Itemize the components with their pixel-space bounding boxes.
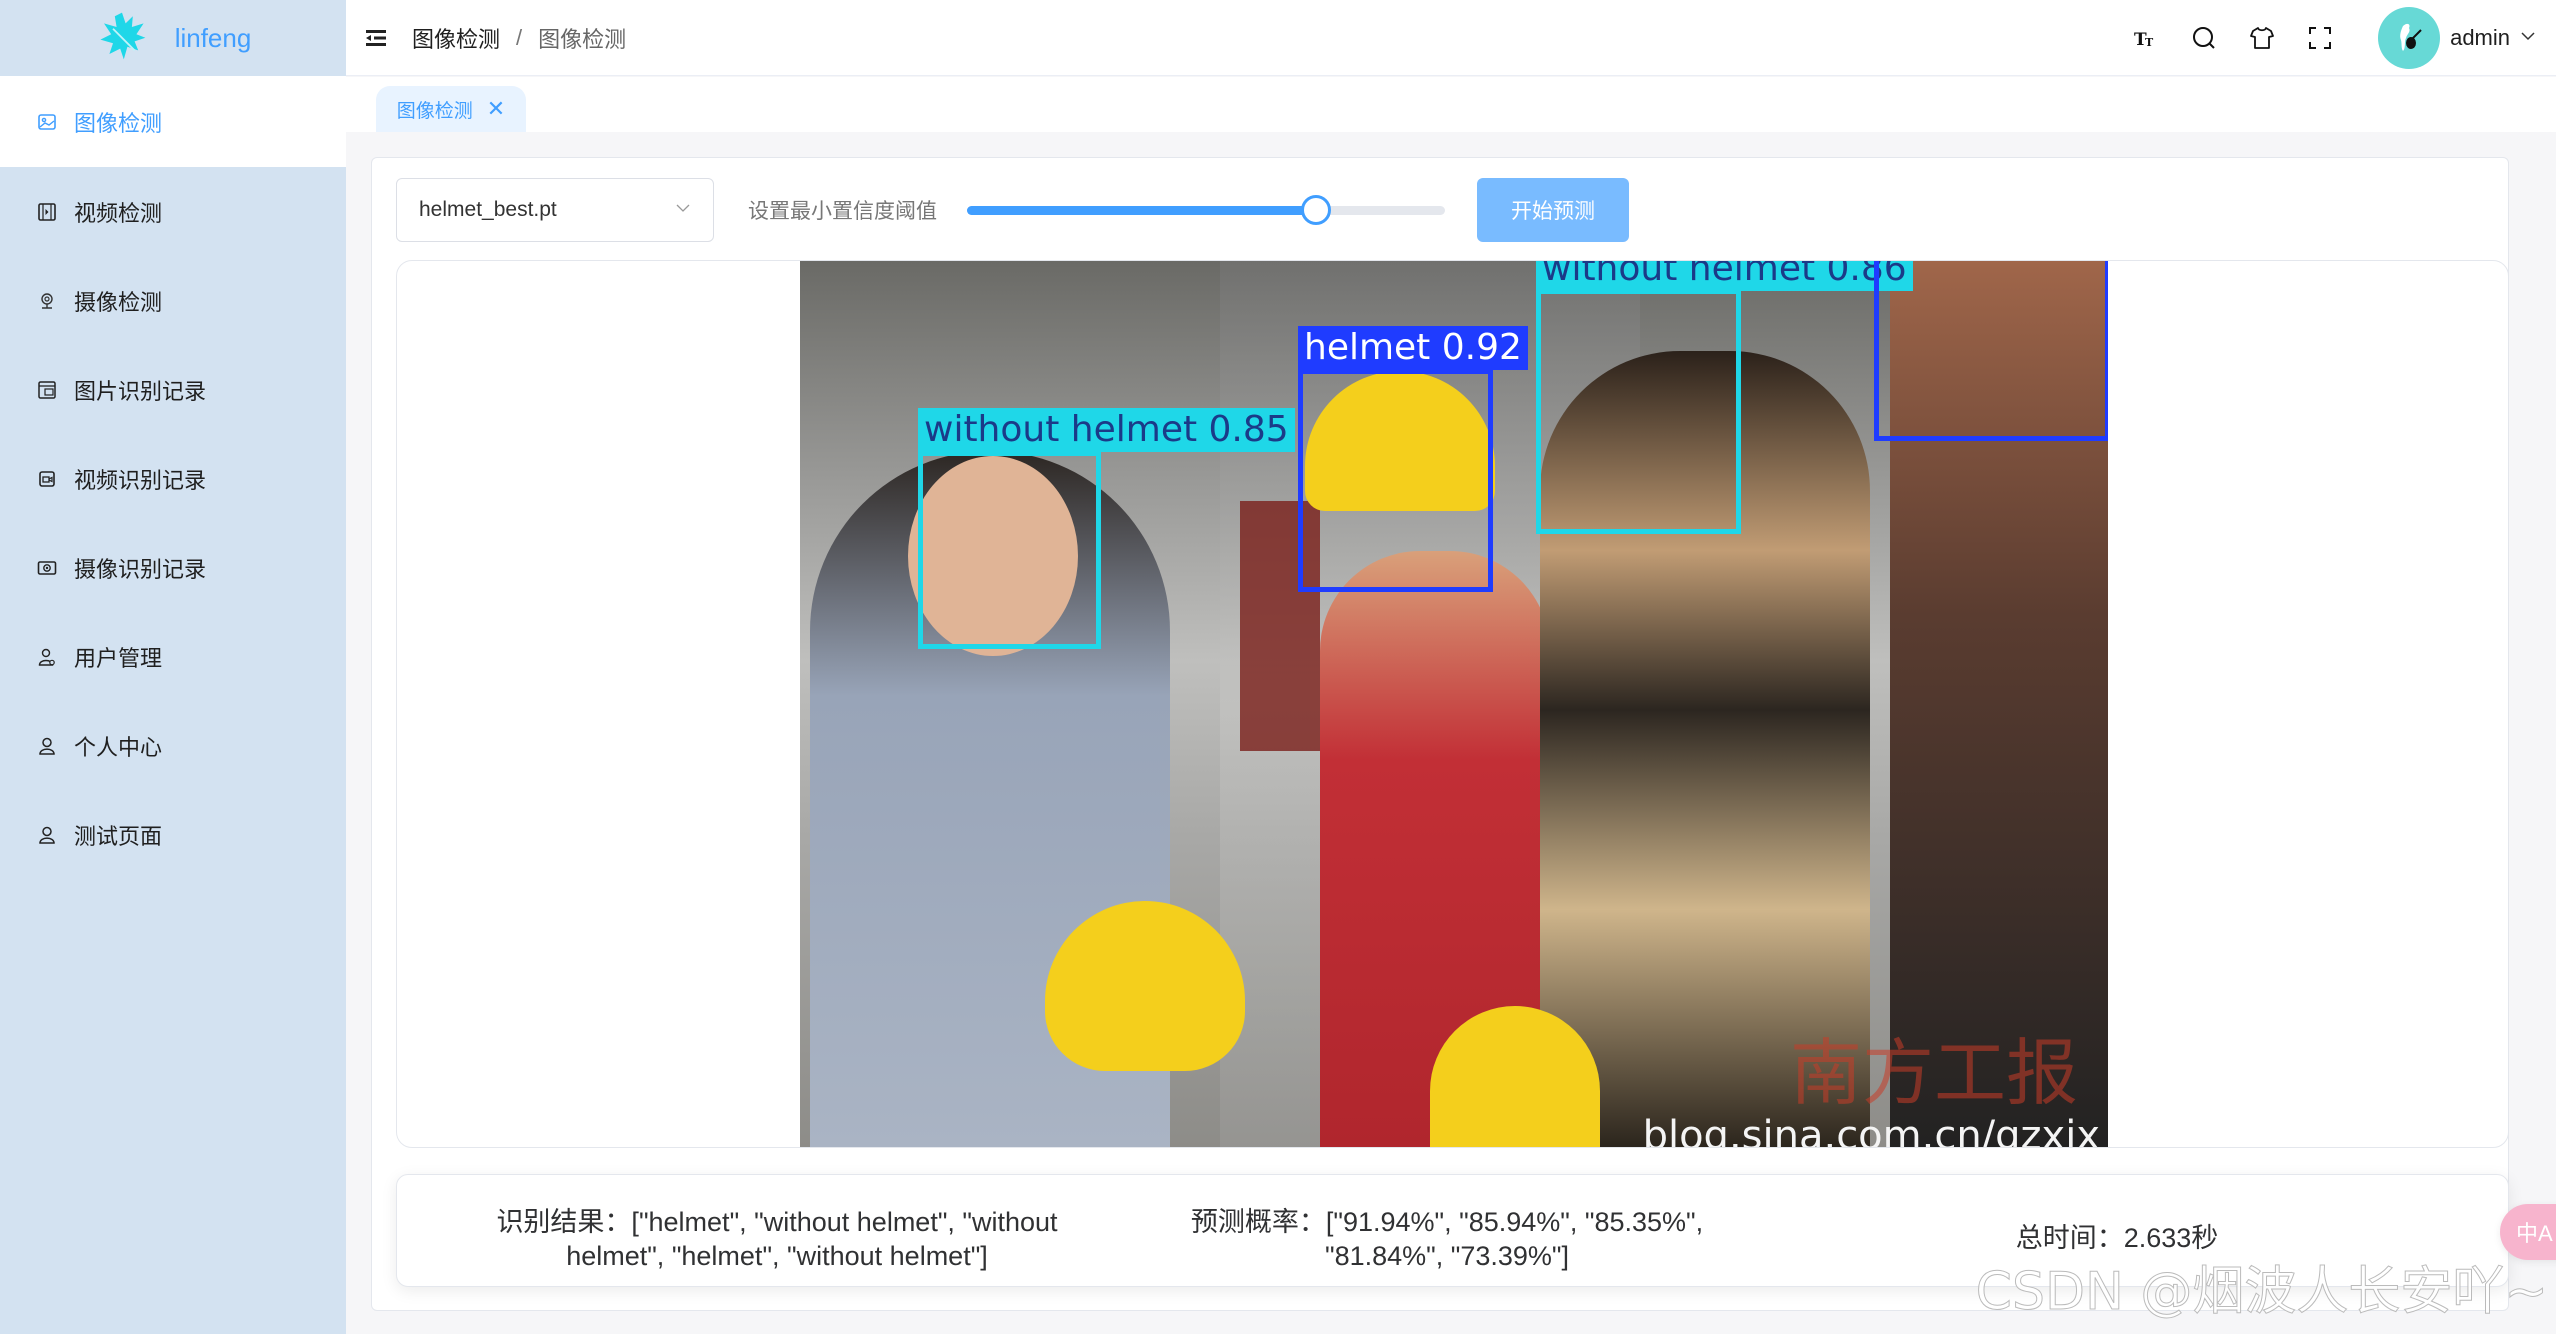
sidebar-item-label: 视频识别记录 — [74, 467, 207, 493]
sidebar: linfeng 图像检测 视频检测 摄像检测 图片识别记录 视频识别记录 摄像识… — [0, 0, 346, 1334]
sidebar-item-user-management[interactable]: 用户管理 — [0, 612, 346, 701]
header-actions: TT admin — [2132, 0, 2536, 76]
sidebar-item-video-detection[interactable]: 视频检测 — [0, 167, 346, 256]
sidebar-item-label: 视频检测 — [74, 200, 163, 226]
sidebar-item-camera-detection[interactable]: 摄像检测 — [0, 256, 346, 345]
tab-image-detection[interactable]: 图像检测 ✕ — [376, 86, 526, 132]
result-image-container: without helmet 0.85 helmet 0.92 without … — [396, 260, 2509, 1148]
sidebar-item-test-page[interactable]: 测试页面 — [0, 790, 346, 879]
font-size-icon[interactable]: TT — [2132, 24, 2160, 52]
sidebar-menu: 图像检测 视频检测 摄像检测 图片识别记录 视频识别记录 摄像识别记录 用户管理 — [0, 76, 346, 879]
video-icon — [36, 201, 58, 223]
username: admin — [2450, 25, 2510, 50]
tab-label: 图像检测 — [396, 100, 473, 122]
video-record-icon — [36, 468, 58, 490]
sidebar-item-label: 图像检测 — [74, 110, 163, 136]
bbox-label: helmet 0.92 — [1298, 326, 1528, 370]
sidebar-item-label: 测试页面 — [74, 823, 163, 849]
start-predict-button[interactable]: 开始预测 — [1477, 178, 1629, 242]
prediction-probability: 预测概率：["91.94%", "85.94%", "85.35%", "81.… — [1190, 1207, 1704, 1271]
sidebar-item-image-detection[interactable]: 图像检测 — [0, 76, 346, 167]
bbox-helmet — [1298, 369, 1493, 592]
sidebar-item-image-records[interactable]: 图片识别记录 — [0, 345, 346, 434]
sidebar-item-label: 用户管理 — [74, 645, 163, 671]
sidebar-item-label: 摄像识别记录 — [74, 556, 207, 582]
slider-fill — [967, 206, 1316, 215]
tabs-bar: 图像检测 ✕ — [346, 77, 2556, 132]
sidebar-item-label: 图片识别记录 — [74, 378, 207, 404]
main-content: helmet_best.pt 设置最小置信度阈值 开始预测 without he… — [346, 132, 2556, 1334]
webcam-icon — [36, 290, 58, 312]
sidebar-item-label: 摄像检测 — [74, 289, 163, 315]
user-dropdown[interactable]: admin — [2378, 7, 2536, 69]
svg-text:T: T — [2145, 36, 2154, 49]
user-icon — [36, 735, 58, 757]
controls-row: helmet_best.pt 设置最小置信度阈值 开始预测 — [396, 178, 1629, 242]
fullscreen-icon[interactable] — [2306, 24, 2334, 52]
image-icon — [36, 111, 58, 133]
recognition-result: 识别结果：["helmet", "without helmet", "witho… — [496, 1207, 1058, 1271]
breadcrumb-separator: / — [516, 24, 523, 50]
top-header: 图像检测 / 图像检测 TT admin — [346, 0, 2556, 76]
bbox-label: without helmet 0.85 — [918, 408, 1295, 452]
model-select[interactable]: helmet_best.pt — [396, 178, 714, 242]
confidence-threshold-slider[interactable] — [967, 195, 1445, 225]
logo[interactable]: linfeng — [0, 0, 346, 76]
photo-stamp: 南方工报 — [1789, 1031, 2078, 1115]
chevron-down-icon — [675, 198, 691, 222]
theme-shirt-icon[interactable] — [2248, 24, 2276, 52]
detection-result-image: without helmet 0.85 helmet 0.92 without … — [800, 261, 2108, 1148]
bbox-helmet — [1874, 261, 2108, 441]
camera-record-icon — [36, 557, 58, 579]
sidebar-item-personal-center[interactable]: 个人中心 — [0, 701, 346, 790]
search-icon[interactable] — [2190, 24, 2218, 52]
bbox-without-helmet — [918, 451, 1101, 649]
bbox-label: without helmet 0.86 — [1536, 261, 1913, 291]
translate-icon: 中A — [2516, 1221, 2553, 1246]
close-icon[interactable]: ✕ — [487, 98, 505, 120]
breadcrumb: 图像检测 / 图像检测 — [412, 22, 626, 54]
bbox-without-helmet — [1536, 289, 1741, 534]
photo-watermark: blog.sina.com.cn/gzxjx — [1642, 1113, 2100, 1148]
chevron-down-icon — [2520, 28, 2536, 49]
threshold-label: 设置最小置信度阈值 — [748, 200, 937, 223]
csdn-watermark: CSDN @烟波人长安吖~ — [1975, 1262, 2548, 1323]
logo-text: linfeng — [174, 22, 252, 53]
image-record-icon — [36, 379, 58, 401]
translate-button[interactable]: 中A — [2500, 1204, 2556, 1260]
collapse-menu-icon[interactable] — [366, 28, 388, 48]
model-select-value: helmet_best.pt — [419, 198, 557, 221]
user-manage-icon — [36, 646, 58, 668]
sidebar-item-camera-records[interactable]: 摄像识别记录 — [0, 523, 346, 612]
breadcrumb-item-current: 图像检测 — [538, 26, 627, 52]
avatar[interactable] — [2378, 7, 2441, 69]
detection-card: helmet_best.pt 设置最小置信度阈值 开始预测 without he… — [371, 157, 2509, 1311]
maple-leaf-logo-icon — [95, 9, 149, 68]
breadcrumb-item[interactable]: 图像检测 — [412, 22, 500, 54]
user-icon — [36, 824, 58, 846]
slider-thumb[interactable] — [1300, 195, 1331, 225]
sidebar-item-label: 个人中心 — [74, 734, 163, 760]
sidebar-item-video-records[interactable]: 视频识别记录 — [0, 434, 346, 523]
